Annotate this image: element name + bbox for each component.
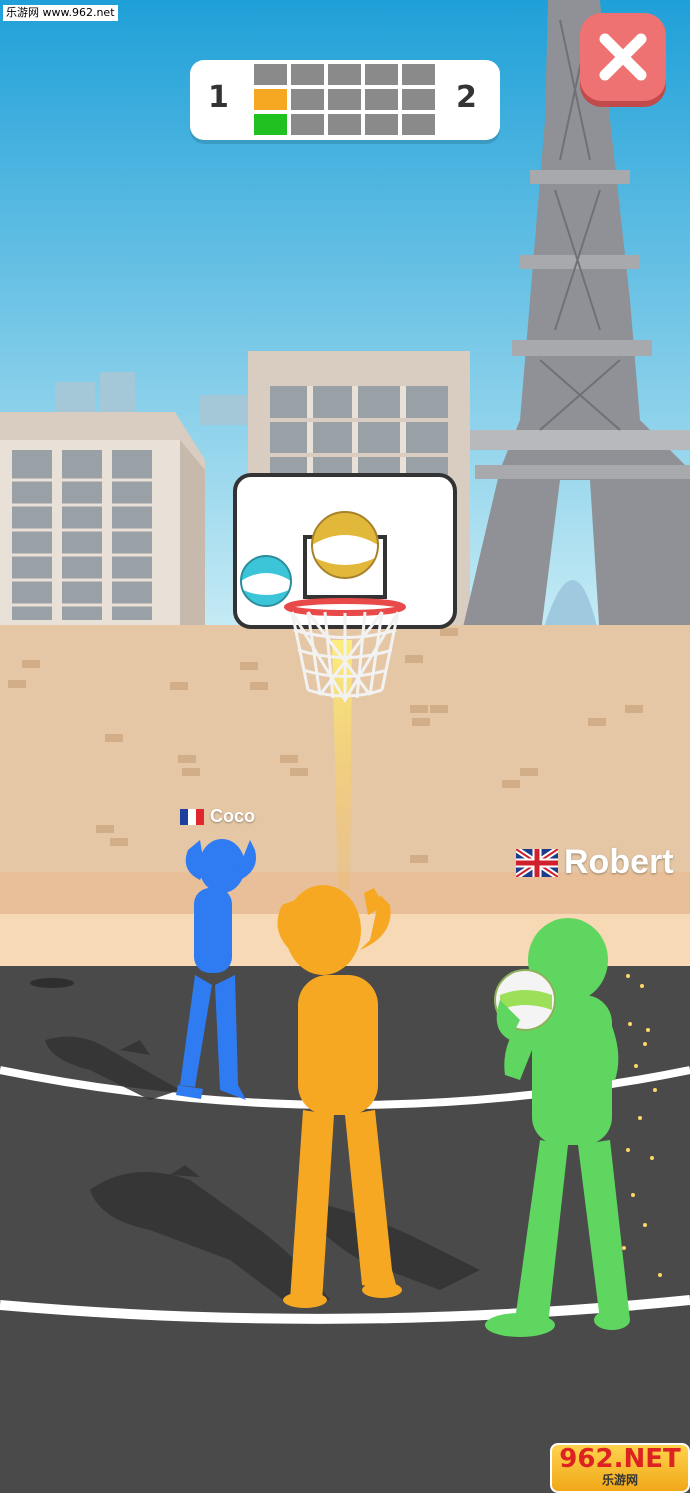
score-cell [291, 64, 324, 85]
score-cell [254, 64, 287, 85]
score-cell [365, 89, 398, 110]
score-cell [402, 89, 435, 110]
score-cell [402, 64, 435, 85]
game-scene [0, 0, 690, 1493]
yellow-ball [311, 511, 379, 579]
site-watermark-top: 乐游网 www.962.net [3, 5, 118, 21]
score-cell [365, 114, 398, 135]
score-right-number: 2 [456, 80, 477, 115]
score-left-number: 1 [208, 80, 229, 115]
score-cell [365, 64, 398, 85]
score-cell [291, 89, 324, 110]
score-cell [254, 114, 287, 135]
site-watermark-bottom: 962.NET 乐游网 [550, 1443, 690, 1493]
player-name-robert: Robert [564, 843, 674, 881]
score-cell [328, 64, 361, 85]
score-cell [291, 114, 324, 135]
score-cell [328, 89, 361, 110]
score-cell [328, 114, 361, 135]
score-cell [254, 89, 287, 110]
scoreboard: 1 2 [190, 60, 500, 140]
france-flag-icon [180, 808, 204, 825]
player-name-coco: Coco [210, 806, 255, 826]
watermark-bottom-text: 962.NET [559, 1444, 681, 1474]
player-label-robert: Robert [516, 843, 674, 882]
left-building [0, 412, 205, 630]
score-grid [254, 64, 435, 135]
player-label-coco: Coco [180, 806, 255, 827]
score-cell [402, 114, 435, 135]
close-icon [599, 33, 647, 81]
watermark-bottom-sub: 乐游网 [601, 1473, 638, 1487]
cyan-ball [240, 555, 292, 607]
uk-flag-icon [516, 848, 558, 877]
close-button[interactable] [580, 13, 666, 101]
